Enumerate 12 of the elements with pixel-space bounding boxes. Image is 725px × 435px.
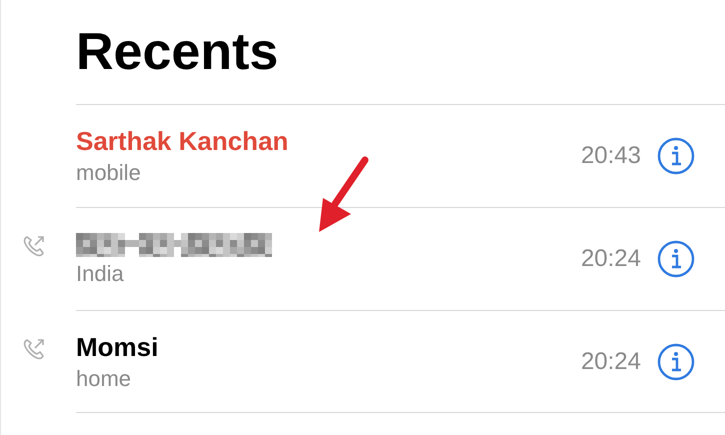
call-time: 20:43 — [580, 141, 641, 171]
info-button[interactable] — [657, 137, 695, 175]
call-time: 20:24 — [580, 346, 641, 376]
call-label: mobile — [76, 160, 142, 186]
contact-name: Sarthak Kanchan — [76, 126, 290, 156]
contact-name: Momsi — [76, 332, 160, 362]
call-label: home — [76, 366, 132, 392]
page-title: Recents — [76, 22, 280, 83]
info-button[interactable] — [657, 240, 695, 278]
call-time: 20:24 — [580, 244, 641, 274]
call-label: India — [76, 261, 125, 287]
info-button[interactable] — [657, 342, 695, 380]
